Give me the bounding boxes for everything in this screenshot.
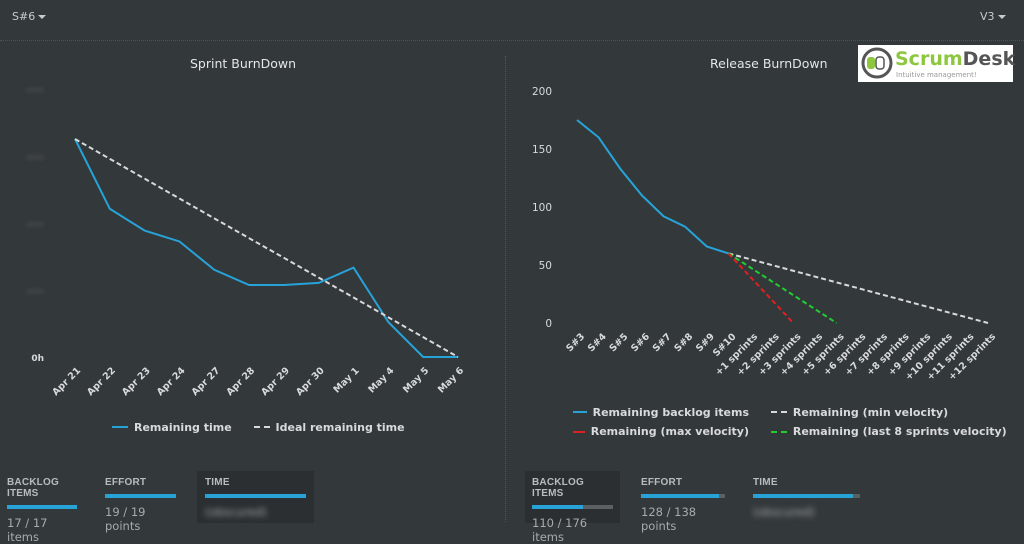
legend-item-remaining-backlog-items[interactable]: Remaining backlog items <box>573 404 749 421</box>
logo-text-desk: Desk <box>963 48 1016 70</box>
legend-item-max-velocity[interactable]: Remaining (max velocity) <box>573 423 749 440</box>
x-tick-label: Apr 28 <box>224 365 257 398</box>
y-tick-label: —— <box>26 153 44 163</box>
y-tick-label: 100 <box>532 202 552 214</box>
progress-bar <box>7 505 77 509</box>
release-stat-time: TIME (obscured) <box>753 477 860 519</box>
stat-label: EFFORT <box>105 477 176 488</box>
progress-bar <box>753 494 860 498</box>
legend-swatch <box>573 431 585 433</box>
sprint-selector[interactable]: S#6 <box>12 10 46 23</box>
progress-bar <box>205 494 306 498</box>
progress-fill <box>641 494 719 498</box>
stat-value: 17 / 17 items <box>7 516 77 544</box>
x-tick-label: May 4 <box>366 365 396 395</box>
progress-bar <box>532 505 613 509</box>
progress-fill <box>7 505 77 509</box>
x-tick-label: S#5 <box>607 331 630 354</box>
legend-item-ideal-remaining-time[interactable]: Ideal remaining time <box>254 421 405 434</box>
x-tick-label: May 6 <box>436 365 466 395</box>
logo-text-scrum: Scrum <box>895 48 963 70</box>
series-line-ideal-remaining-time <box>75 139 458 357</box>
stat-value: 110 / 176 items <box>532 516 613 544</box>
y-tick-label: 0h <box>31 354 44 364</box>
progress-fill <box>532 505 583 509</box>
release-burndown-chart: 050100150200S#3S#4S#5S#6S#7S#8S#9S#10+1 … <box>515 70 1024 400</box>
x-tick-label: Apr 22 <box>85 365 118 398</box>
y-tick-label: 200 <box>532 86 552 98</box>
series-line-remaining-backlog-items <box>577 120 728 253</box>
chevron-down-icon <box>998 15 1006 19</box>
progress-fill <box>205 494 306 498</box>
x-tick-label: S#4 <box>586 331 609 354</box>
release-chart-title: Release BurnDown <box>710 56 828 71</box>
x-tick-label: S#3 <box>564 331 587 354</box>
stat-value: 19 / 19 points <box>105 505 176 533</box>
version-selector-label: V3 <box>980 10 995 23</box>
y-tick-label: —— <box>26 220 44 230</box>
chevron-down-icon <box>38 15 46 19</box>
y-tick-label: 50 <box>539 260 552 272</box>
legend-label: Ideal remaining time <box>276 421 405 434</box>
legend-swatch <box>112 426 128 428</box>
progress-bar <box>105 494 176 498</box>
legend-label: Remaining backlog items <box>593 404 749 421</box>
stat-value: (obscured) <box>753 505 860 519</box>
legend-label: Remaining time <box>134 421 232 434</box>
progress-fill <box>753 494 853 498</box>
progress-bar <box>641 494 725 498</box>
sprint-legend: Remaining time Ideal remaining time <box>112 418 423 434</box>
x-tick-label: S#7 <box>651 331 674 354</box>
y-tick-label: —— <box>26 287 44 297</box>
x-tick-label: S#6 <box>629 331 652 354</box>
stat-label: BACKLOG ITEMS <box>7 477 77 499</box>
sprint-chart-title: Sprint BurnDown <box>190 56 296 71</box>
version-selector[interactable]: V3 <box>980 10 1006 23</box>
panel-divider <box>505 56 506 522</box>
legend-item-last-8-sprints-velocity[interactable]: Remaining (last 8 sprints velocity) <box>771 423 1007 440</box>
release-stat-backlog-items: BACKLOG ITEMS 110 / 176 items <box>525 471 620 523</box>
x-tick-label: S#8 <box>672 331 695 354</box>
sprint-stat-time: TIME (obscured) <box>197 471 314 523</box>
legend-item-min-velocity[interactable]: Remaining (min velocity) <box>771 404 948 421</box>
legend-label: Remaining (last 8 sprints velocity) <box>793 423 1007 440</box>
stat-label: BACKLOG ITEMS <box>532 477 613 499</box>
stat-label: TIME <box>753 477 860 488</box>
stat-label: EFFORT <box>641 477 725 488</box>
x-tick-label: Apr 21 <box>50 365 83 398</box>
sprint-burndown-chart: —— —— —— —— 0h Apr 21Apr 22Apr 23Apr 24Apr 27… <box>0 70 500 410</box>
stat-label: TIME <box>205 477 306 488</box>
y-tick-label: 150 <box>532 144 552 156</box>
legend-item-remaining-time[interactable]: Remaining time <box>112 421 232 434</box>
release-legend: Remaining backlog items Remaining (min v… <box>573 401 1024 440</box>
release-stat-effort: EFFORT 128 / 138 points <box>641 477 725 533</box>
x-tick-label: Apr 30 <box>294 365 327 398</box>
y-tick-label: —— <box>26 86 44 96</box>
y-tick-label: 0 <box>545 318 552 330</box>
x-tick-label: May 1 <box>331 365 361 395</box>
x-tick-label: Apr 27 <box>190 365 223 398</box>
legend-swatch <box>771 411 787 413</box>
stat-value: 128 / 138 points <box>641 505 725 533</box>
x-tick-label: May 5 <box>401 365 431 395</box>
sprint-stat-backlog-items: BACKLOG ITEMS 17 / 17 items <box>7 477 77 544</box>
legend-label: Remaining (max velocity) <box>591 423 749 440</box>
stat-value: (obscured) <box>205 505 306 519</box>
x-tick-label: Apr 29 <box>259 365 292 398</box>
x-tick-label: Apr 24 <box>155 365 188 398</box>
legend-swatch <box>771 431 787 433</box>
x-tick-label: Apr 23 <box>120 365 153 398</box>
legend-swatch <box>254 426 270 428</box>
sprint-selector-label: S#6 <box>12 10 35 23</box>
legend-label: Remaining (min velocity) <box>793 404 948 421</box>
legend-swatch <box>573 411 587 413</box>
progress-fill <box>105 494 176 498</box>
sprint-stat-effort: EFFORT 19 / 19 points <box>105 477 176 533</box>
top-bar: S#6 V3 <box>0 0 1024 41</box>
series-line-remaining-min-velocity- <box>728 253 988 323</box>
